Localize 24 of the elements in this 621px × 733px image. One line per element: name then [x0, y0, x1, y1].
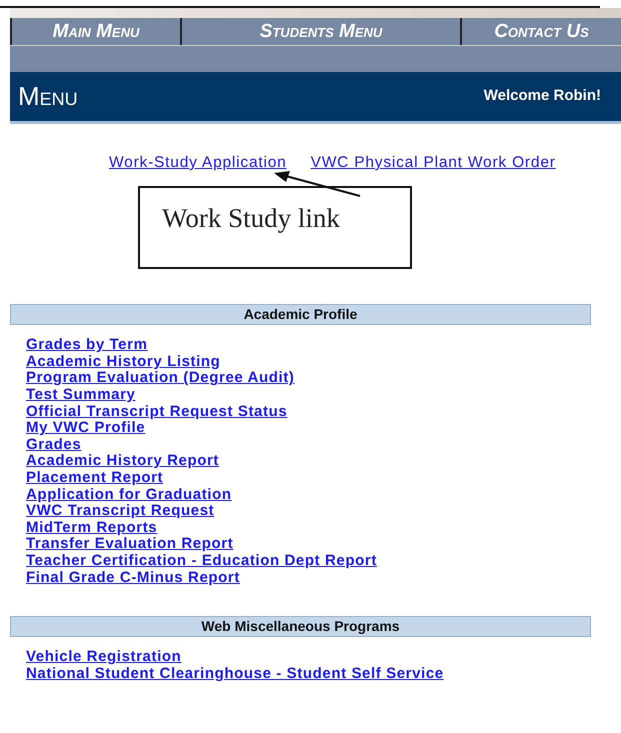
menu-link[interactable]: National Student Clearinghouse - Student Self Service	[26, 666, 444, 682]
menu-link[interactable]: Test Summary	[26, 387, 136, 404]
menu-link[interactable]: MidTerm Reports	[26, 520, 158, 536]
page-title: Menu	[18, 80, 78, 113]
menu-link[interactable]: VWC Transcript Request	[26, 503, 214, 520]
menu-link[interactable]: Work-Study Application	[109, 151, 287, 174]
annotation-callout: Work Study link	[138, 186, 412, 270]
menu-link[interactable]: Teacher Certification - Education Dept Report	[26, 552, 377, 570]
menu-link[interactable]: Academic History Report	[26, 453, 220, 470]
menu-link[interactable]: My VWC Profile	[26, 420, 146, 437]
menu-link[interactable]: Transfer Evaluation Report	[26, 536, 234, 553]
menu-link[interactable]: VWC Physical Plant Work Order	[310, 151, 556, 174]
menu-link[interactable]: Official Transcript Request Status	[26, 404, 288, 420]
menu-link[interactable]: Academic History Listing	[26, 354, 220, 370]
menu-link[interactable]: Final Grade C-Minus Report	[26, 570, 240, 586]
menu-link[interactable]: Application for Graduation	[26, 486, 232, 504]
menu-link[interactable]: Grades	[26, 436, 82, 454]
menu-link[interactable]: Vehicle Registration	[26, 649, 182, 666]
menu-link[interactable]: Program Evaluation (Degree Audit)	[26, 370, 294, 388]
section-header: Academic Profile	[10, 304, 591, 326]
section-header: Web Miscellaneous Programs	[10, 616, 591, 638]
menu-link[interactable]: Grades by Term	[26, 337, 148, 354]
menu-link[interactable]: Placement Report	[26, 470, 164, 487]
welcome-text: Welcome Robin!	[484, 86, 601, 106]
